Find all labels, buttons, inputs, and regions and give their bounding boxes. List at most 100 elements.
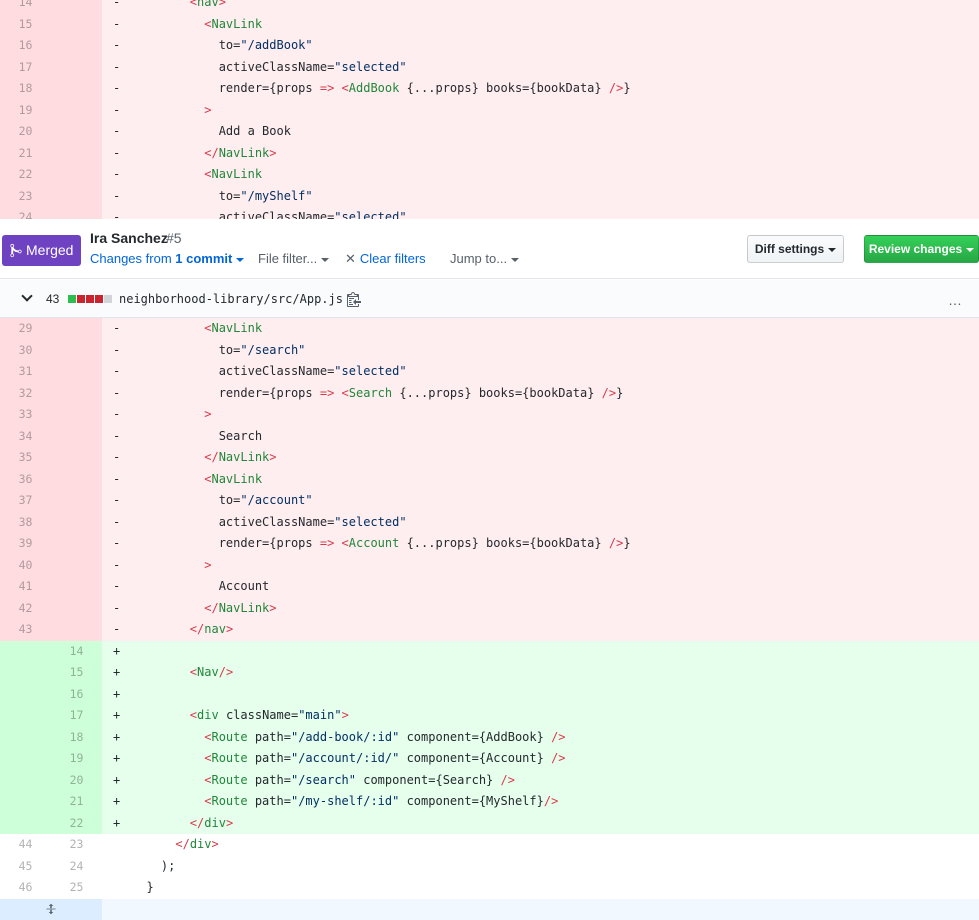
old-line-number[interactable] xyxy=(0,769,51,791)
new-line-number[interactable] xyxy=(51,13,102,35)
old-line-number[interactable]: 37 xyxy=(0,490,51,512)
old-line-number[interactable]: 36 xyxy=(0,468,51,490)
review-changes-button[interactable]: Review changes xyxy=(864,235,979,263)
code-text: <NavLink xyxy=(204,471,263,486)
old-line-number[interactable]: 40 xyxy=(0,554,51,576)
old-line-number[interactable]: 42 xyxy=(0,597,51,619)
old-line-number[interactable]: 18 xyxy=(0,78,51,100)
old-line-number[interactable] xyxy=(0,640,51,662)
code-text: </div> xyxy=(175,837,219,851)
pr-author[interactable]: Ira Sanchez xyxy=(90,230,168,246)
code-text: <Nav/> xyxy=(189,665,234,679)
new-line-number[interactable] xyxy=(51,0,102,14)
old-line-number[interactable]: 45 xyxy=(0,856,51,878)
code-text: activeClassName="selected" xyxy=(132,514,407,529)
old-line-number[interactable]: 29 xyxy=(0,318,51,340)
old-line-number[interactable] xyxy=(0,748,51,770)
diff-marker: - xyxy=(113,0,121,9)
new-line-number[interactable] xyxy=(51,35,102,57)
file-path[interactable]: neighborhood-library/src/App.js xyxy=(119,292,343,306)
new-line-number[interactable]: 23 xyxy=(51,834,102,856)
new-line-number[interactable] xyxy=(51,121,102,143)
new-line-number[interactable] xyxy=(51,78,102,100)
new-line-number[interactable]: 15 xyxy=(51,662,102,684)
code-text: </div> xyxy=(189,815,234,830)
old-line-number[interactable]: 17 xyxy=(0,56,51,78)
new-line-number[interactable] xyxy=(51,511,102,533)
jump-to-dropdown[interactable]: Jump to... xyxy=(450,251,520,266)
new-line-number[interactable]: 22 xyxy=(51,812,102,834)
new-line-number[interactable] xyxy=(51,142,102,164)
new-line-number[interactable]: 24 xyxy=(51,856,102,878)
old-line-number[interactable]: 33 xyxy=(0,404,51,426)
new-line-number[interactable]: 19 xyxy=(51,748,102,770)
old-line-number[interactable]: 30 xyxy=(0,339,51,361)
old-line-number[interactable] xyxy=(0,791,51,813)
new-line-number[interactable] xyxy=(51,185,102,207)
file-filter-dropdown[interactable]: File filter... xyxy=(258,251,330,266)
clear-filters-link[interactable]: ✕ Clear filters xyxy=(345,251,426,267)
chevron-down-icon[interactable] xyxy=(21,290,33,302)
old-line-number[interactable]: 16 xyxy=(0,35,51,57)
new-line-number[interactable]: 25 xyxy=(51,877,102,899)
new-line-number[interactable] xyxy=(51,490,102,512)
old-line-number[interactable]: 19 xyxy=(0,99,51,121)
old-line-number[interactable]: 38 xyxy=(0,511,51,533)
new-line-number[interactable] xyxy=(51,56,102,78)
new-line-number[interactable]: 20 xyxy=(51,769,102,791)
old-line-number[interactable]: 46 xyxy=(0,877,51,899)
new-line-number[interactable] xyxy=(51,339,102,361)
old-line-number[interactable]: 22 xyxy=(0,164,51,186)
old-line-number[interactable] xyxy=(0,683,51,705)
new-line-number[interactable] xyxy=(51,597,102,619)
new-line-number[interactable]: 16 xyxy=(51,683,102,705)
new-line-number[interactable] xyxy=(51,164,102,186)
new-line-number[interactable] xyxy=(51,382,102,404)
old-line-number[interactable]: 34 xyxy=(0,425,51,447)
old-line-number[interactable]: 39 xyxy=(0,533,51,555)
clipboard-icon[interactable] xyxy=(347,291,361,307)
new-line-number[interactable]: 18 xyxy=(51,726,102,748)
old-line-number[interactable]: 41 xyxy=(0,576,51,598)
new-line-number[interactable] xyxy=(51,361,102,383)
new-line-number[interactable] xyxy=(51,404,102,426)
old-line-number[interactable]: 14 xyxy=(0,0,51,14)
new-line-number[interactable] xyxy=(51,468,102,490)
new-line-number[interactable] xyxy=(51,554,102,576)
diff-marker: - xyxy=(113,124,121,138)
diff-settings-button[interactable]: Diff settings xyxy=(747,235,844,263)
new-line-number[interactable] xyxy=(51,425,102,447)
new-line-number[interactable] xyxy=(51,99,102,121)
diff-marker: + xyxy=(113,794,121,808)
old-line-number[interactable] xyxy=(0,705,51,727)
expand-icon[interactable] xyxy=(0,898,102,920)
changes-from-dropdown[interactable]: Changes from 1 commit xyxy=(90,251,245,266)
old-line-number[interactable] xyxy=(0,662,51,684)
new-line-number[interactable] xyxy=(51,318,102,340)
old-line-number[interactable]: 24 xyxy=(0,207,51,219)
old-line-number[interactable]: 23 xyxy=(0,185,51,207)
diff-marker: - xyxy=(113,210,121,219)
old-line-number[interactable] xyxy=(0,726,51,748)
old-line-number[interactable]: 20 xyxy=(0,121,51,143)
new-line-number[interactable]: 17 xyxy=(51,705,102,727)
new-line-number[interactable] xyxy=(51,619,102,641)
old-line-number[interactable]: 43 xyxy=(0,619,51,641)
new-line-number[interactable] xyxy=(51,576,102,598)
new-line-number[interactable]: 14 xyxy=(51,640,102,662)
more-options-icon[interactable]: … xyxy=(948,292,963,308)
code-text: <Route path="/search" component={Search}… xyxy=(204,772,515,787)
new-line-number[interactable]: 21 xyxy=(51,791,102,813)
expand-row[interactable] xyxy=(0,898,979,920)
new-line-number[interactable] xyxy=(51,207,102,219)
new-line-number[interactable] xyxy=(51,447,102,469)
old-line-number[interactable]: 44 xyxy=(0,834,51,856)
old-line-number[interactable]: 32 xyxy=(0,382,51,404)
old-line-number[interactable] xyxy=(0,812,51,834)
code-text: > xyxy=(204,557,212,572)
new-line-number[interactable] xyxy=(51,533,102,555)
old-line-number[interactable]: 31 xyxy=(0,361,51,383)
old-line-number[interactable]: 15 xyxy=(0,13,51,35)
old-line-number[interactable]: 35 xyxy=(0,447,51,469)
old-line-number[interactable]: 21 xyxy=(0,142,51,164)
